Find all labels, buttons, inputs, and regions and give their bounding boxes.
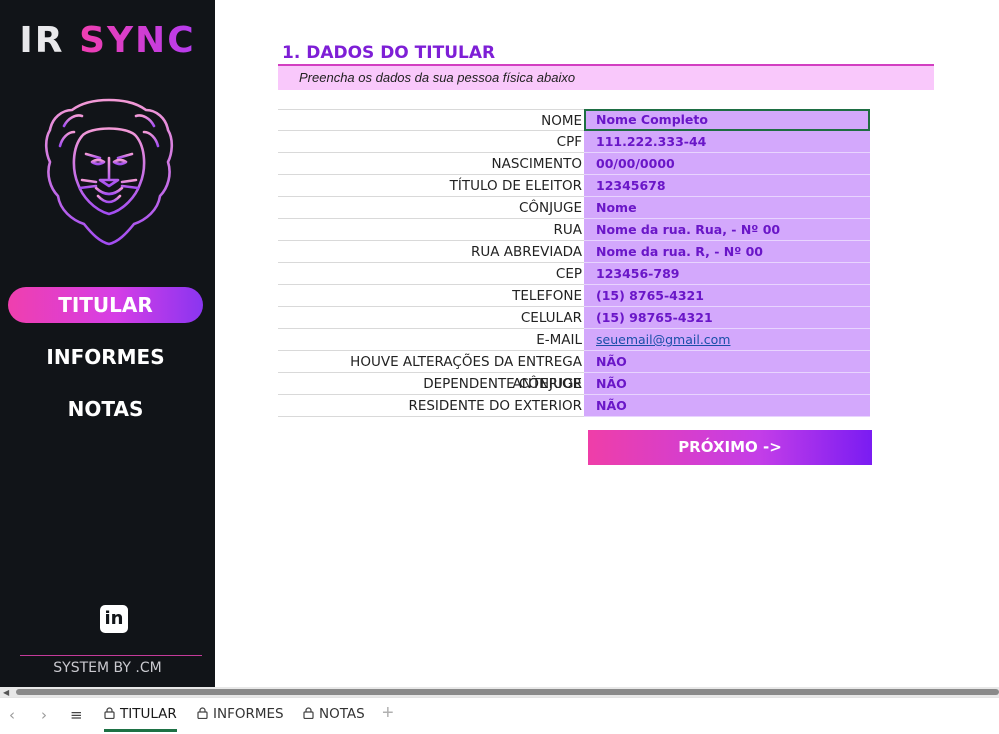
form-row-rua: RUA Nome da rua. Rua, - Nº 00	[278, 219, 870, 241]
sheet-tab-label: NOTAS	[319, 706, 365, 722]
sheet-tab-label: INFORMES	[213, 706, 284, 722]
sidebar-divider	[20, 655, 202, 656]
form-row-alteracoes: HOUVE ALTERAÇÕES DA ENTREGA ANTERIOR NÃO	[278, 351, 870, 392]
field-label: CEP	[278, 263, 584, 285]
page-title: 1. DADOS DO TITULAR	[282, 43, 496, 63]
lock-icon	[303, 707, 314, 719]
field-label: RESIDENTE DO EXTERIOR	[278, 395, 584, 417]
form-row-cep: CEP 123456-789	[278, 263, 870, 285]
field-value-titulo[interactable]: 12345678	[584, 175, 870, 197]
app-logo: IR SYNC	[0, 20, 215, 61]
field-value-dependente[interactable]: NÃO	[584, 373, 870, 395]
field-label: RUA ABREVIADA	[278, 241, 584, 263]
field-value-nascimento[interactable]: 00/00/0000	[584, 153, 870, 175]
field-label: E-MAIL	[278, 329, 584, 351]
field-value-rua-abreviada[interactable]: Nome da rua. R, - Nº 00	[584, 241, 870, 263]
field-label: CPF	[278, 131, 584, 153]
form-row-cpf: CPF 111.222.333-44	[278, 131, 870, 153]
field-label: HOUVE ALTERAÇÕES DA ENTREGA ANTERIOR	[278, 351, 584, 392]
form-row-telefone: TELEFONE (15) 8765-4321	[278, 285, 870, 307]
sheet-tab-bar: ‹ › ≡ TITULAR INFORMES NOTAS +	[0, 697, 999, 734]
subtitle-bar: Preencha os dados da sua pessoa física a…	[278, 64, 934, 90]
field-label: RUA	[278, 219, 584, 241]
logo-part-sync: SYNC	[79, 20, 196, 61]
field-label: CÔNJUGE	[278, 197, 584, 219]
lock-icon	[104, 707, 115, 719]
field-label: NASCIMENTO	[278, 153, 584, 175]
form-row-dependente: DEPENDENTE CÔNJUGE NÃO	[278, 373, 870, 395]
footer-credit: SYSTEM BY .CM	[53, 660, 162, 676]
field-value-celular[interactable]: (15) 98765-4321	[584, 307, 870, 329]
menu-icon[interactable]: ≡	[70, 706, 83, 724]
field-label: DEPENDENTE CÔNJUGE	[278, 373, 584, 395]
nav-informes[interactable]: INFORMES	[8, 339, 203, 375]
field-value-nome[interactable]: Nome Completo	[584, 109, 870, 131]
form-row-email: E-MAIL seuemail@gmail.com	[278, 329, 870, 351]
field-label: TÍTULO DE ELEITOR	[278, 175, 584, 197]
field-value-rua[interactable]: Nome da rua. Rua, - Nº 00	[584, 219, 870, 241]
subtitle-text: Preencha os dados da sua pessoa física a…	[299, 70, 576, 85]
linkedin-icon[interactable]: in	[100, 605, 128, 633]
horizontal-scrollbar[interactable]: ◀	[0, 687, 999, 697]
form-row-rua-abreviada: RUA ABREVIADA Nome da rua. R, - Nº 00	[278, 241, 870, 263]
chevron-right-icon[interactable]: ›	[41, 706, 47, 724]
form-row-celular: CELULAR (15) 98765-4321	[278, 307, 870, 329]
lock-icon	[197, 707, 208, 719]
field-label: NOME	[278, 109, 584, 131]
sheet-tab-notas[interactable]: NOTAS	[303, 706, 365, 732]
sheet-tab-label: TITULAR	[120, 706, 177, 722]
form-row-conjuge: CÔNJUGE Nome	[278, 197, 870, 219]
form-row-nascimento: NASCIMENTO 00/00/0000	[278, 153, 870, 175]
scrollbar-thumb[interactable]	[16, 689, 999, 695]
field-value-cpf[interactable]: 111.222.333-44	[584, 131, 870, 153]
form-row-nome: NOME Nome Completo	[278, 109, 870, 131]
sheet-tab-informes[interactable]: INFORMES	[197, 706, 284, 732]
logo-part-ir: IR	[19, 20, 65, 61]
field-value-alteracoes[interactable]: NÃO	[584, 351, 870, 373]
form-row-residente: RESIDENTE DO EXTERIOR NÃO	[278, 395, 870, 417]
field-label: CELULAR	[278, 307, 584, 329]
field-value-residente[interactable]: NÃO	[584, 395, 870, 417]
scroll-left-icon[interactable]: ◀	[3, 688, 9, 697]
sheet-tab-titular[interactable]: TITULAR	[104, 706, 177, 732]
sidebar: IR SYNC TITULAR INFORMES NOTAS in SYSTEM…	[0, 0, 215, 687]
titular-form: NOME Nome Completo CPF 111.222.333-44 NA…	[278, 109, 870, 417]
next-button[interactable]: PRÓXIMO ->	[588, 430, 872, 465]
field-value-telefone[interactable]: (15) 8765-4321	[584, 285, 870, 307]
form-row-titulo: TÍTULO DE ELEITOR 12345678	[278, 175, 870, 197]
nav-notas[interactable]: NOTAS	[8, 391, 203, 427]
nav-titular[interactable]: TITULAR	[8, 287, 203, 323]
field-label: TELEFONE	[278, 285, 584, 307]
chevron-left-icon[interactable]: ‹	[9, 706, 15, 724]
field-value-email[interactable]: seuemail@gmail.com	[584, 329, 870, 351]
plus-icon[interactable]: +	[382, 702, 394, 725]
field-value-conjuge[interactable]: Nome	[584, 197, 870, 219]
field-value-cep[interactable]: 123456-789	[584, 263, 870, 285]
lion-logo-icon	[44, 98, 174, 246]
